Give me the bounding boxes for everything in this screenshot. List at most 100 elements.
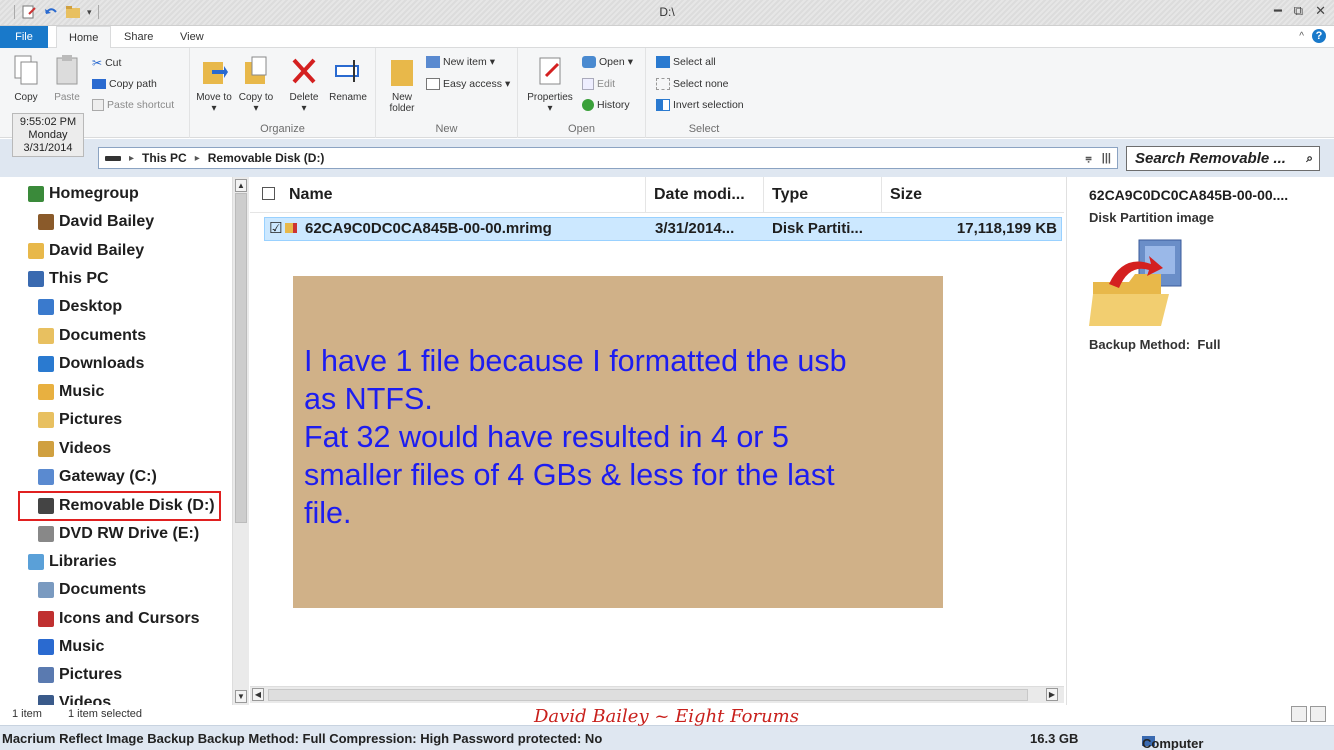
copy-button[interactable]: Copy — [8, 54, 44, 103]
select-none-button[interactable]: Select none — [656, 78, 728, 90]
sidebar-item[interactable]: Libraries — [28, 548, 117, 576]
sidebar-item[interactable]: David Bailey — [28, 237, 144, 265]
usb-drive-icon — [38, 498, 54, 515]
copy-to-button[interactable]: Copy to ▾ — [238, 54, 274, 114]
rename-button[interactable]: Rename — [326, 54, 370, 103]
new-folder-button[interactable]: New folder — [384, 54, 420, 114]
chevron-right-icon[interactable]: ▸ — [195, 153, 200, 164]
scroll-left-icon[interactable]: ◀ — [252, 688, 264, 701]
details-view-icon[interactable] — [1291, 706, 1307, 722]
scrollbar-thumb[interactable] — [235, 193, 247, 523]
sidebar-item[interactable]: Homegroup — [28, 180, 139, 208]
group-label-select: Select — [688, 123, 720, 135]
table-row[interactable]: ☑ 62CA9C0DC0CA845B-00-00.mrimg 3/31/2014… — [264, 217, 1062, 241]
sidebar-item[interactable]: Documents — [38, 322, 146, 350]
preview-title: 62CA9C0DC0CA845B-00-00.... — [1089, 187, 1289, 203]
clock-time: 9:55:02 PM — [19, 116, 77, 128]
history-button[interactable]: History — [582, 99, 630, 111]
close-icon[interactable]: ✕ — [1315, 3, 1326, 19]
group-select: Select all Select none Invert selection … — [646, 48, 762, 138]
help-icon[interactable]: ? — [1312, 29, 1326, 43]
scroll-right-icon[interactable]: ▶ — [1046, 688, 1058, 701]
minimize-icon[interactable]: ━ — [1274, 3, 1282, 19]
desktop-folder-icon — [38, 299, 54, 316]
clock-tooltip: 9:55:02 PM Monday 3/31/2014 — [12, 113, 84, 157]
new-item-button[interactable]: New item ▾ — [426, 56, 495, 68]
rename-icon — [335, 60, 359, 82]
collapse-ribbon-icon[interactable]: ^ — [1299, 31, 1304, 42]
tab-share[interactable]: Share — [112, 26, 165, 48]
sidebar-item[interactable]: Desktop — [38, 293, 122, 321]
title-bar: ▾ D:\ ━ ⧉ ✕ — [0, 0, 1334, 26]
breadcrumb-this-pc[interactable]: This PC — [142, 151, 187, 165]
file-list-hscrollbar[interactable]: ◀ ▶ — [250, 686, 1064, 703]
nav-scrollbar[interactable]: ▲ ▼ — [232, 177, 249, 705]
address-bar[interactable]: ▸ This PC ▸ Removable Disk (D:) ⩦ ||| — [98, 147, 1118, 169]
easy-access-icon — [426, 78, 440, 90]
user-icon — [38, 214, 54, 231]
note-line: Fat 32 would have resulted in 4 or 5 — [304, 420, 789, 454]
maximize-icon[interactable]: ⧉ — [1294, 3, 1303, 19]
videos-folder-icon — [38, 440, 54, 457]
column-type[interactable]: Type — [766, 177, 882, 213]
sidebar-item[interactable]: Videos — [38, 435, 111, 463]
properties-button[interactable]: Properties ▾ — [524, 54, 576, 114]
sidebar-item[interactable]: Gateway (C:) — [38, 463, 157, 491]
sidebar-item[interactable]: Documents — [38, 576, 146, 604]
select-none-icon — [656, 78, 670, 90]
status-item-count: 1 item — [12, 708, 42, 720]
sidebar-item[interactable]: Pictures — [38, 661, 122, 689]
dropdown-icon[interactable]: ⩦ — [1085, 152, 1091, 165]
open-button[interactable]: Open ▾ — [582, 56, 633, 68]
sidebar-item[interactable]: Videos — [38, 689, 111, 705]
copy-path-button[interactable]: Copy path — [92, 78, 157, 90]
address-right-controls: ⩦ ||| — [1085, 152, 1111, 165]
move-to-button[interactable]: Move to ▾ — [196, 54, 232, 114]
search-input[interactable]: Search Removable ... ⌕ — [1126, 146, 1320, 171]
tab-home[interactable]: Home — [56, 26, 112, 49]
edit-button[interactable]: Edit — [582, 78, 615, 90]
refresh-icon[interactable]: ||| — [1102, 152, 1111, 165]
chevron-right-icon[interactable]: ▸ — [129, 153, 134, 164]
sidebar-item-label: Documents — [59, 326, 147, 344]
paste-button[interactable]: Paste — [48, 54, 86, 103]
column-headers: Name Date modi... Type Size — [250, 177, 1064, 213]
column-size[interactable]: Size — [884, 177, 1064, 213]
sidebar-item[interactable]: Icons and Cursors — [38, 605, 199, 633]
disk-image-icon — [1089, 239, 1182, 326]
delete-button[interactable]: Delete ▾ — [286, 54, 322, 114]
tab-file[interactable]: File — [0, 26, 48, 48]
row-checkbox[interactable]: ☑ — [269, 218, 282, 240]
preview-backup-method: Backup Method: Full — [1089, 337, 1221, 352]
sidebar-item[interactable]: Downloads — [38, 350, 144, 378]
scroll-up-icon[interactable]: ▲ — [235, 179, 247, 192]
sidebar-item[interactable]: This PC — [28, 265, 109, 293]
details-size: 16.3 GB — [1030, 731, 1079, 746]
sidebar-item[interactable]: Music — [38, 378, 104, 406]
scroll-down-icon[interactable]: ▼ — [235, 690, 247, 703]
sidebar-item[interactable]: David Bailey — [38, 208, 154, 236]
column-name[interactable]: Name — [250, 177, 646, 213]
sidebar-item[interactable]: DVD RW Drive (E:) — [38, 520, 199, 548]
sidebar-item[interactable]: Removable Disk (D:) — [18, 491, 221, 522]
sidebar-item-label: Downloads — [59, 354, 145, 372]
large-icons-view-icon[interactable] — [1310, 706, 1326, 722]
hscroll-thumb[interactable] — [268, 689, 1028, 701]
select-all-checkbox[interactable] — [262, 187, 275, 200]
sidebar-item-label: Music — [59, 637, 105, 655]
ribbon-right-controls: ^ ? — [1299, 29, 1326, 43]
search-icon[interactable]: ⌕ — [1306, 147, 1313, 170]
column-date[interactable]: Date modi... — [648, 177, 764, 213]
invert-selection-button[interactable]: Invert selection — [656, 99, 744, 111]
easy-access-button[interactable]: Easy access ▾ — [426, 78, 510, 90]
breadcrumb-removable-disk[interactable]: Removable Disk (D:) — [208, 151, 325, 165]
paste-shortcut-button[interactable]: Paste shortcut — [92, 99, 174, 111]
libraries-icon — [28, 553, 44, 570]
sidebar-item-label: DVD RW Drive (E:) — [59, 524, 200, 542]
select-all-button[interactable]: Select all — [656, 56, 716, 68]
sidebar-item[interactable]: Pictures — [38, 406, 122, 434]
tab-view[interactable]: View — [168, 26, 216, 48]
sidebar-item[interactable]: Music — [38, 633, 104, 661]
paste-shortcut-icon — [92, 99, 104, 111]
cut-button[interactable]: ✂ Cut — [92, 56, 121, 70]
